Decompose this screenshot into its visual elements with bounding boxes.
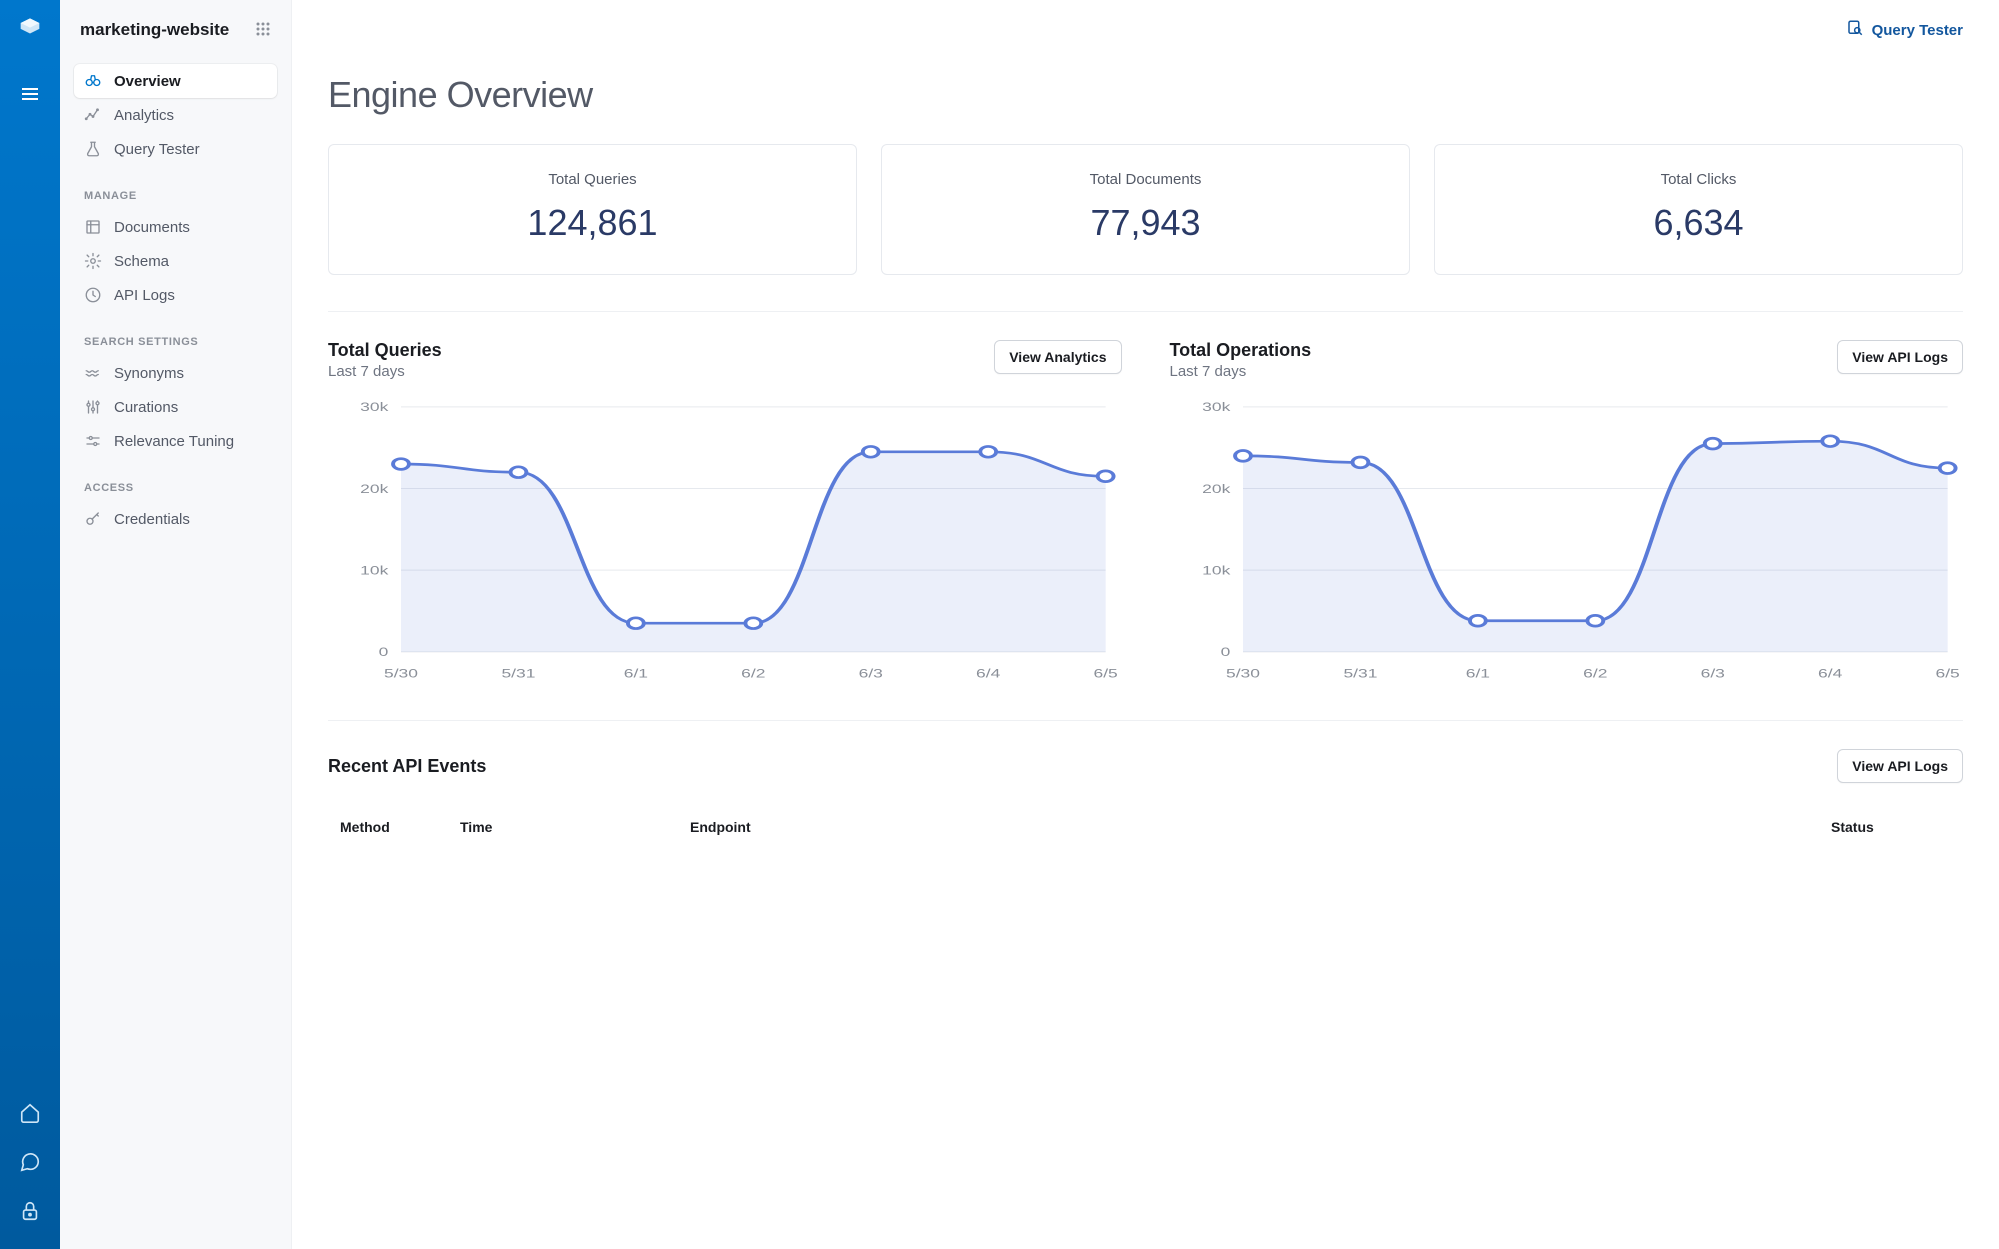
svg-text:6/1: 6/1 bbox=[624, 668, 648, 681]
stat-label: Total Clicks bbox=[1455, 171, 1942, 188]
svg-text:10k: 10k bbox=[1202, 565, 1231, 578]
tuning-icon bbox=[84, 432, 102, 450]
svg-text:10k: 10k bbox=[360, 565, 389, 578]
chart-block: Total Operations Last 7 days View API Lo… bbox=[1170, 340, 1964, 684]
gear-icon bbox=[84, 252, 102, 270]
sidebar-item-credentials[interactable]: Credentials bbox=[74, 502, 277, 536]
home-icon[interactable] bbox=[19, 1102, 41, 1127]
sidebar-item-label: Query Tester bbox=[114, 141, 200, 158]
chart-title: Total Queries bbox=[328, 340, 442, 361]
stat-card: Total Documents 77,943 bbox=[881, 144, 1410, 275]
query-tester-label: Query Tester bbox=[1872, 22, 1963, 39]
stat-card: Total Clicks 6,634 bbox=[1434, 144, 1963, 275]
sidebar-item-documents[interactable]: Documents bbox=[74, 210, 277, 244]
svg-text:6/4: 6/4 bbox=[1818, 668, 1842, 681]
clock-icon bbox=[84, 286, 102, 304]
svg-text:6/4: 6/4 bbox=[976, 668, 1000, 681]
query-tester-link[interactable]: Query Tester bbox=[1846, 19, 1963, 41]
page-title: Engine Overview bbox=[328, 74, 1963, 116]
sidebar-item-label: Credentials bbox=[114, 511, 190, 528]
sidebar-item-synonyms[interactable]: Synonyms bbox=[74, 356, 277, 390]
chart-canvas: 0 10k 20k 30k 5/30 5/31 6/1 6/2 6/3 6/4 6/5 bbox=[1170, 394, 1964, 684]
svg-text:5/30: 5/30 bbox=[384, 668, 418, 681]
stat-value: 124,861 bbox=[349, 202, 836, 244]
svg-text:20k: 20k bbox=[360, 483, 389, 496]
svg-text:6/5: 6/5 bbox=[1935, 668, 1959, 681]
chart-title: Total Operations bbox=[1170, 340, 1312, 361]
svg-text:6/3: 6/3 bbox=[1700, 668, 1724, 681]
lock-icon[interactable] bbox=[19, 1200, 41, 1225]
search-doc-icon bbox=[1846, 19, 1864, 41]
col-time: Time bbox=[460, 819, 690, 835]
nav-heading: MANAGE bbox=[74, 184, 277, 210]
sidebar-item-analytics[interactable]: Analytics bbox=[74, 98, 277, 132]
svg-text:5/30: 5/30 bbox=[1226, 668, 1260, 681]
svg-text:6/5: 6/5 bbox=[1094, 668, 1118, 681]
sidebar-item-label: Synonyms bbox=[114, 365, 184, 382]
sidebar-item-label: Analytics bbox=[114, 107, 174, 124]
hamburger-icon[interactable] bbox=[18, 82, 42, 106]
sidebar-item-relevance-tuning[interactable]: Relevance Tuning bbox=[74, 424, 277, 458]
sidebar-item-label: Curations bbox=[114, 399, 178, 416]
sidebar-item-label: API Logs bbox=[114, 287, 175, 304]
sidebar-item-label: Documents bbox=[114, 219, 190, 236]
nav-heading: SEARCH SETTINGS bbox=[74, 330, 277, 356]
binoculars-icon bbox=[84, 72, 102, 90]
col-endpoint: Endpoint bbox=[690, 819, 1831, 835]
sidebar: marketing-website Overview Analytics Query… bbox=[60, 0, 292, 1249]
analytics-icon bbox=[84, 106, 102, 124]
svg-text:30k: 30k bbox=[1202, 402, 1231, 415]
sidebar-item-overview[interactable]: Overview bbox=[74, 64, 277, 98]
divider bbox=[328, 720, 1963, 721]
view-api-logs-button[interactable]: View API Logs bbox=[1837, 749, 1963, 783]
stat-label: Total Queries bbox=[349, 171, 836, 188]
main: Query Tester Engine Overview Total Queri… bbox=[292, 0, 1999, 1249]
chart-subtitle: Last 7 days bbox=[1170, 363, 1312, 380]
nav-heading: ACCESS bbox=[74, 476, 277, 502]
sidebar-item-label: Overview bbox=[114, 73, 181, 90]
sidebar-item-curations[interactable]: Curations bbox=[74, 390, 277, 424]
chart-canvas: 0 10k 20k 30k 5/30 5/31 6/1 6/2 6/3 6/4 6/5 bbox=[328, 394, 1122, 684]
sidebar-item-label: Schema bbox=[114, 253, 169, 270]
stat-value: 6,634 bbox=[1455, 202, 1942, 244]
svg-text:6/1: 6/1 bbox=[1465, 668, 1489, 681]
stat-label: Total Documents bbox=[902, 171, 1389, 188]
chart-subtitle: Last 7 days bbox=[328, 363, 442, 380]
brand-logo-icon bbox=[16, 16, 44, 44]
divider bbox=[328, 311, 1963, 312]
documents-icon bbox=[84, 218, 102, 236]
chart-action-button[interactable]: View API Logs bbox=[1837, 340, 1963, 374]
svg-text:20k: 20k bbox=[1202, 483, 1231, 496]
svg-text:30k: 30k bbox=[360, 402, 389, 415]
apps-grid-icon[interactable] bbox=[255, 21, 271, 40]
sidebar-item-label: Relevance Tuning bbox=[114, 433, 234, 450]
svg-text:6/3: 6/3 bbox=[859, 668, 883, 681]
col-status: Status bbox=[1831, 819, 1951, 835]
svg-text:0: 0 bbox=[1220, 647, 1230, 660]
table-header-row: Method Time Endpoint Status bbox=[328, 805, 1963, 849]
sliders-icon bbox=[84, 398, 102, 416]
svg-text:6/2: 6/2 bbox=[741, 668, 765, 681]
col-method: Method bbox=[340, 819, 460, 835]
sidebar-item-query-tester[interactable]: Query Tester bbox=[74, 132, 277, 166]
waves-icon bbox=[84, 364, 102, 382]
sidebar-item-api-logs[interactable]: API Logs bbox=[74, 278, 277, 312]
flask-icon bbox=[84, 140, 102, 158]
recent-events-title: Recent API Events bbox=[328, 756, 486, 777]
chart-block: Total Queries Last 7 days View Analytics… bbox=[328, 340, 1122, 684]
chat-icon[interactable] bbox=[19, 1151, 41, 1176]
key-icon bbox=[84, 510, 102, 528]
stat-value: 77,943 bbox=[902, 202, 1389, 244]
svg-text:5/31: 5/31 bbox=[501, 668, 535, 681]
svg-text:6/2: 6/2 bbox=[1583, 668, 1607, 681]
engine-title: marketing-website bbox=[80, 20, 229, 40]
svg-text:5/31: 5/31 bbox=[1343, 668, 1377, 681]
topbar: Query Tester bbox=[292, 0, 1999, 60]
stat-card: Total Queries 124,861 bbox=[328, 144, 857, 275]
app-rail bbox=[0, 0, 60, 1249]
chart-action-button[interactable]: View Analytics bbox=[994, 340, 1121, 374]
sidebar-item-schema[interactable]: Schema bbox=[74, 244, 277, 278]
svg-text:0: 0 bbox=[379, 647, 389, 660]
